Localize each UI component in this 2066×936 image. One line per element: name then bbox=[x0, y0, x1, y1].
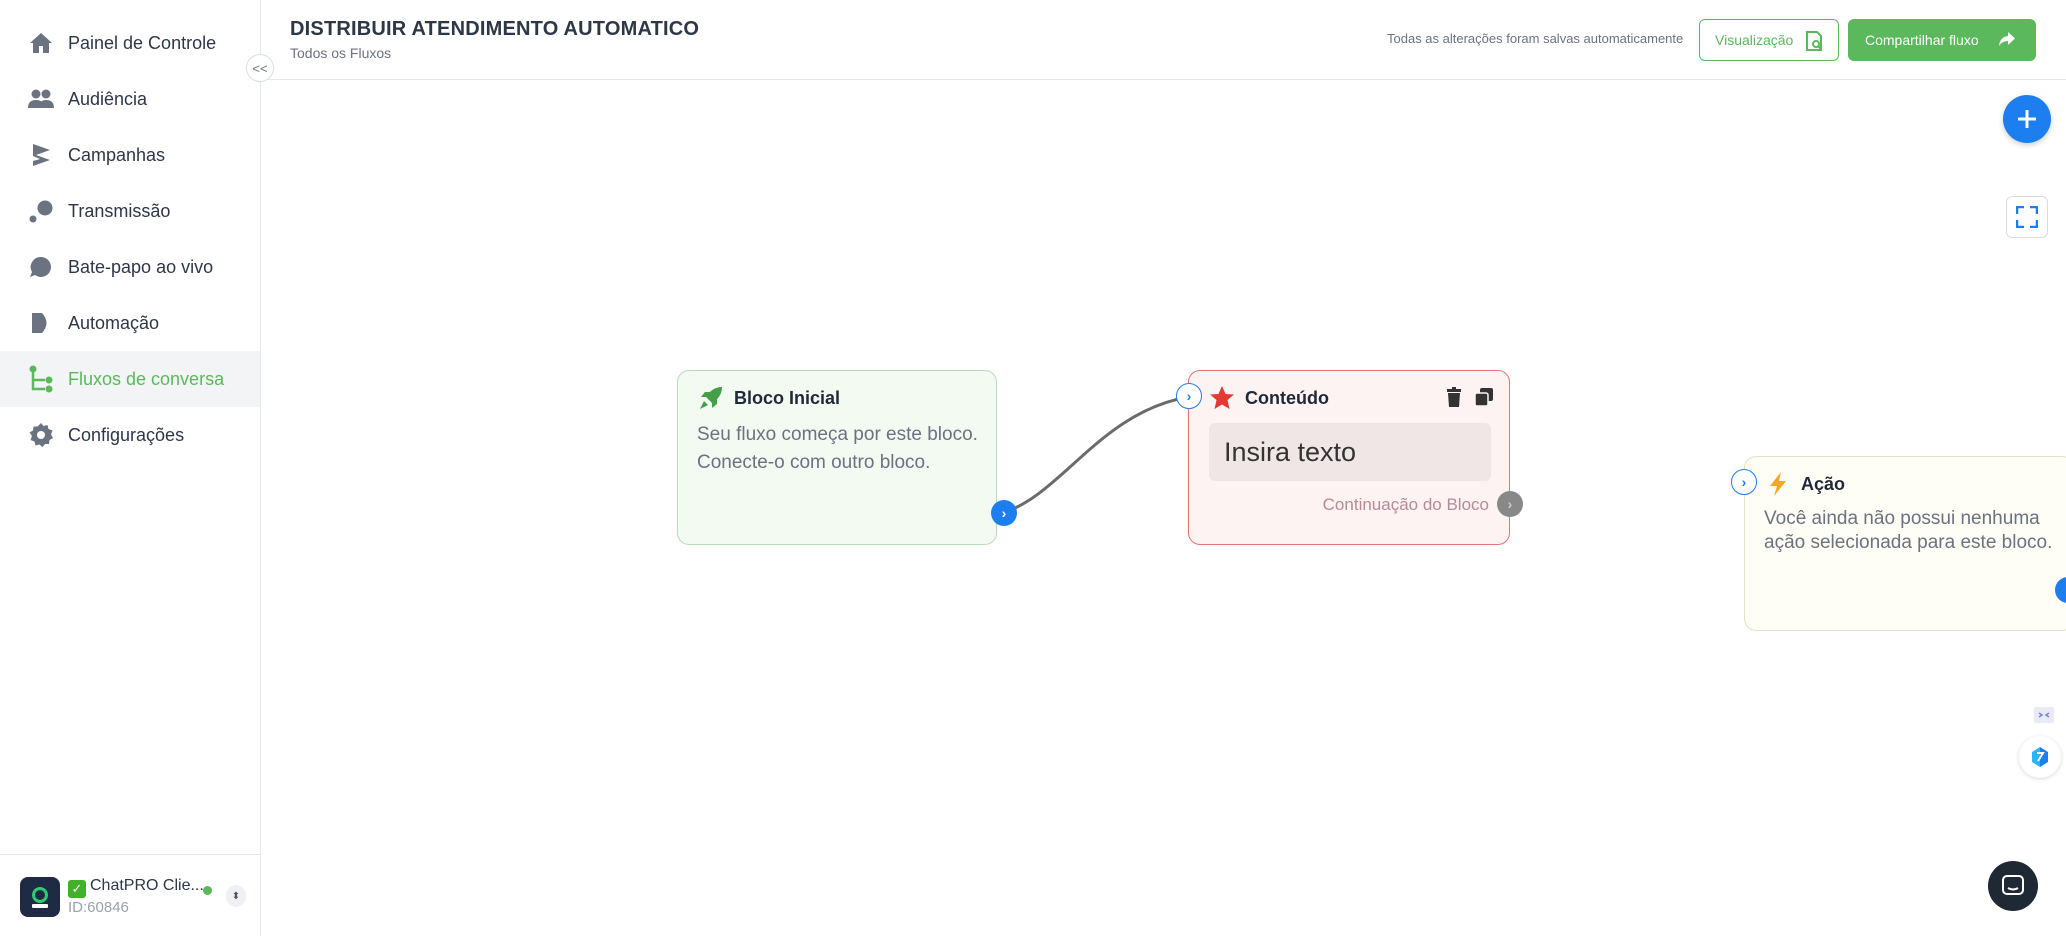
page-title: DISTRIBUIR ATENDIMENTO AUTOMATICO bbox=[290, 18, 700, 40]
home-icon bbox=[28, 30, 54, 56]
account-name: ✓ ChatPRO Clie... bbox=[68, 877, 204, 898]
switch-account-icon[interactable]: ⬍ bbox=[226, 885, 246, 907]
sidebar-item-label: Campanhas bbox=[68, 144, 166, 165]
assistant-icon[interactable] bbox=[2019, 736, 2061, 778]
chat-launcher-button[interactable] bbox=[1988, 861, 2038, 911]
account-id: ID:60846 bbox=[68, 899, 129, 916]
flow-canvas[interactable]: Bloco Inicial Seu fluxo começa por este … bbox=[261, 81, 2066, 936]
chat-bubble-icon bbox=[28, 254, 54, 280]
avatar bbox=[20, 877, 60, 917]
start-block-description: Seu fluxo começa por este bloco. Conecte… bbox=[697, 424, 978, 473]
account-switcher[interactable]: ✓ ChatPRO Clie... ID:60846 ⬍ bbox=[0, 854, 260, 936]
content-input-port[interactable]: › bbox=[1176, 383, 1202, 409]
save-status: Todas as alterações foram salvas automat… bbox=[1387, 31, 1684, 46]
chat-icon bbox=[2002, 875, 2024, 895]
sidebar-item-label: Automação bbox=[68, 312, 160, 333]
sidebar-item-fluxos-de-conversa[interactable]: Fluxos de conversa bbox=[0, 351, 260, 407]
campaign-icon bbox=[28, 142, 54, 168]
online-status-dot bbox=[203, 886, 212, 895]
header: DISTRIBUIR ATENDIMENTO AUTOMATICO Todos … bbox=[261, 0, 2066, 80]
collapse-sidebar-button[interactable]: << bbox=[246, 54, 274, 82]
sidebar-item-label: Fluxos de conversa bbox=[68, 368, 225, 389]
sidebar-item-transmissao[interactable]: Transmissão bbox=[0, 183, 260, 239]
action-block-title: Ação bbox=[1801, 473, 1846, 494]
start-block[interactable]: Bloco Inicial Seu fluxo começa por este … bbox=[677, 370, 997, 545]
content-block-title: Conteúdo bbox=[1245, 387, 1329, 408]
sidebar-item-painel-de-controle[interactable]: Painel de Controle bbox=[0, 15, 260, 71]
lightning-icon bbox=[1765, 471, 1791, 497]
content-text-input[interactable]: Insira texto bbox=[1209, 423, 1491, 481]
breadcrumb[interactable]: Todos os Fluxos bbox=[290, 45, 391, 61]
action-block-description: Você ainda não possui nenhuma ação selec… bbox=[1764, 508, 2053, 553]
sidebar-item-label: Configurações bbox=[68, 424, 185, 445]
preview-icon bbox=[1804, 30, 1824, 55]
continuation-label: Continuação do Bloco bbox=[1322, 495, 1489, 514]
check-icon: ✓ bbox=[68, 880, 86, 898]
sidebar-item-label: Bate-papo ao vivo bbox=[68, 256, 214, 277]
content-output-port[interactable]: › bbox=[1497, 491, 1523, 517]
sidebar-item-audiencia[interactable]: Audiência bbox=[0, 71, 260, 127]
action-input-port[interactable]: › bbox=[1731, 469, 1757, 495]
start-output-port[interactable]: › bbox=[991, 500, 1017, 526]
sidebar-item-configuracoes[interactable]: Configurações bbox=[0, 407, 260, 463]
sidebar-item-automacao[interactable]: Automação bbox=[0, 295, 260, 351]
sidebar-item-label: Audiência bbox=[68, 88, 148, 109]
users-icon bbox=[28, 86, 54, 112]
preview-button[interactable]: Visualização bbox=[1699, 19, 1839, 61]
flow-icon bbox=[28, 365, 54, 393]
delete-icon[interactable] bbox=[1443, 385, 1465, 409]
sidebar-item-label: Transmissão bbox=[68, 200, 171, 221]
share-icon bbox=[1998, 31, 2016, 50]
start-block-title: Bloco Inicial bbox=[734, 387, 841, 408]
duplicate-icon[interactable] bbox=[1473, 385, 1495, 409]
star-icon bbox=[1209, 385, 1235, 411]
code-icon[interactable] bbox=[2031, 702, 2057, 728]
share-flow-button[interactable]: Compartilhar fluxo bbox=[1848, 19, 2036, 61]
rocket-icon bbox=[698, 385, 724, 411]
sidebar: Painel de Controle Audiência Campanhas T… bbox=[0, 0, 261, 936]
sidebar-item-bate-papo[interactable]: Bate-papo ao vivo bbox=[0, 239, 260, 295]
sidebar-item-label: Painel de Controle bbox=[68, 32, 217, 53]
sidebar-item-campanhas[interactable]: Campanhas bbox=[0, 127, 260, 183]
broadcast-icon bbox=[28, 198, 54, 224]
action-block[interactable]: Ação Você ainda não possui nenhuma ação … bbox=[1744, 456, 2066, 631]
content-block[interactable]: Conteúdo Insira texto Continuação do Blo… bbox=[1188, 370, 1510, 545]
automation-icon bbox=[28, 310, 54, 336]
gear-icon bbox=[28, 422, 54, 448]
